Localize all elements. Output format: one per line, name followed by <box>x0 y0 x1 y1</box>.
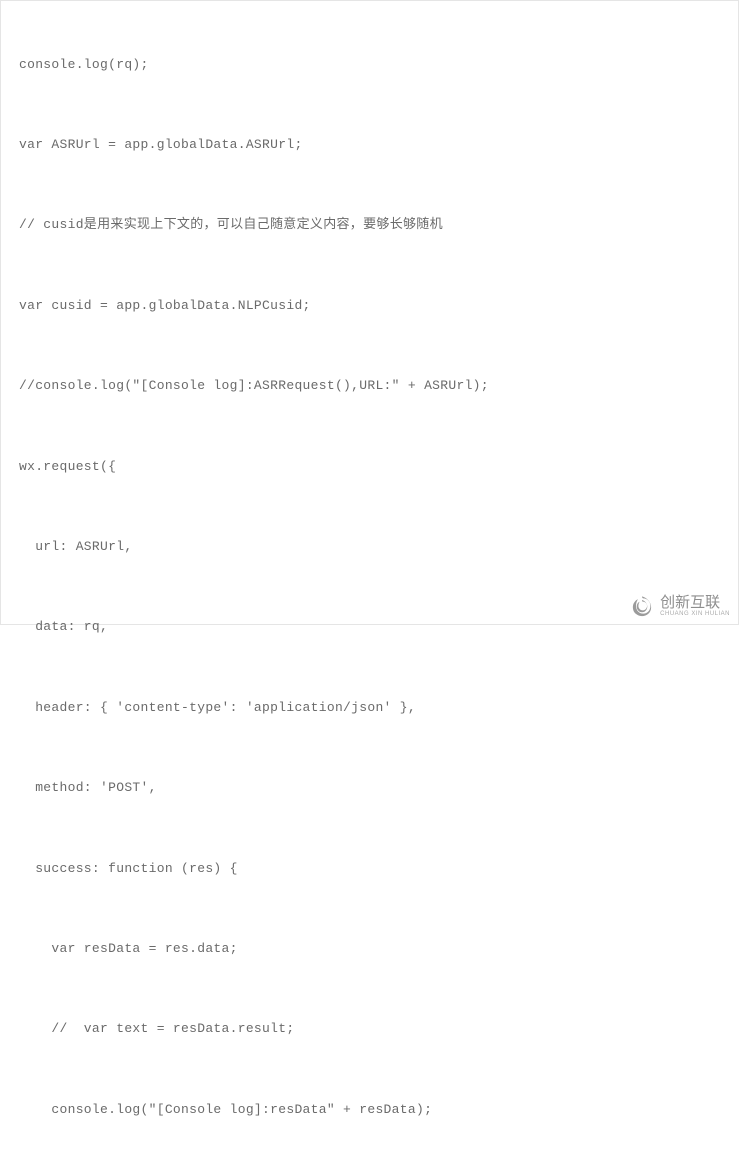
code-line: console.log(rq); <box>19 55 720 76</box>
watermark-sub: CHUANG XIN HULIAN <box>660 611 730 617</box>
code-line: data: rq, <box>19 617 720 638</box>
code-line: var ASRUrl = app.globalData.ASRUrl; <box>19 135 720 156</box>
code-block: console.log(rq); var ASRUrl = app.global… <box>1 1 738 1171</box>
code-line: method: 'POST', <box>19 778 720 799</box>
code-line: wx.request({ <box>19 457 720 478</box>
watermark-text: 创新互联 CHUANG XIN HULIAN <box>660 595 730 618</box>
code-line: var cusid = app.globalData.NLPCusid; <box>19 296 720 317</box>
code-line: var resData = res.data; <box>19 939 720 960</box>
code-line: url: ASRUrl, <box>19 537 720 558</box>
logo-icon <box>630 594 654 618</box>
watermark-main: 创新互联 <box>660 595 730 612</box>
code-line: // cusid是用来实现上下文的，可以自己随意定义内容，要够长够随机 <box>19 215 720 236</box>
code-line: //console.log("[Console log]:ASRRequest(… <box>19 376 720 397</box>
code-line: // var text = resData.result; <box>19 1019 720 1040</box>
code-line: header: { 'content-type': 'application/j… <box>19 698 720 719</box>
watermark: 创新互联 CHUANG XIN HULIAN <box>630 594 730 618</box>
code-line: success: function (res) { <box>19 859 720 880</box>
code-line: console.log("[Console log]:resData" + re… <box>19 1100 720 1121</box>
